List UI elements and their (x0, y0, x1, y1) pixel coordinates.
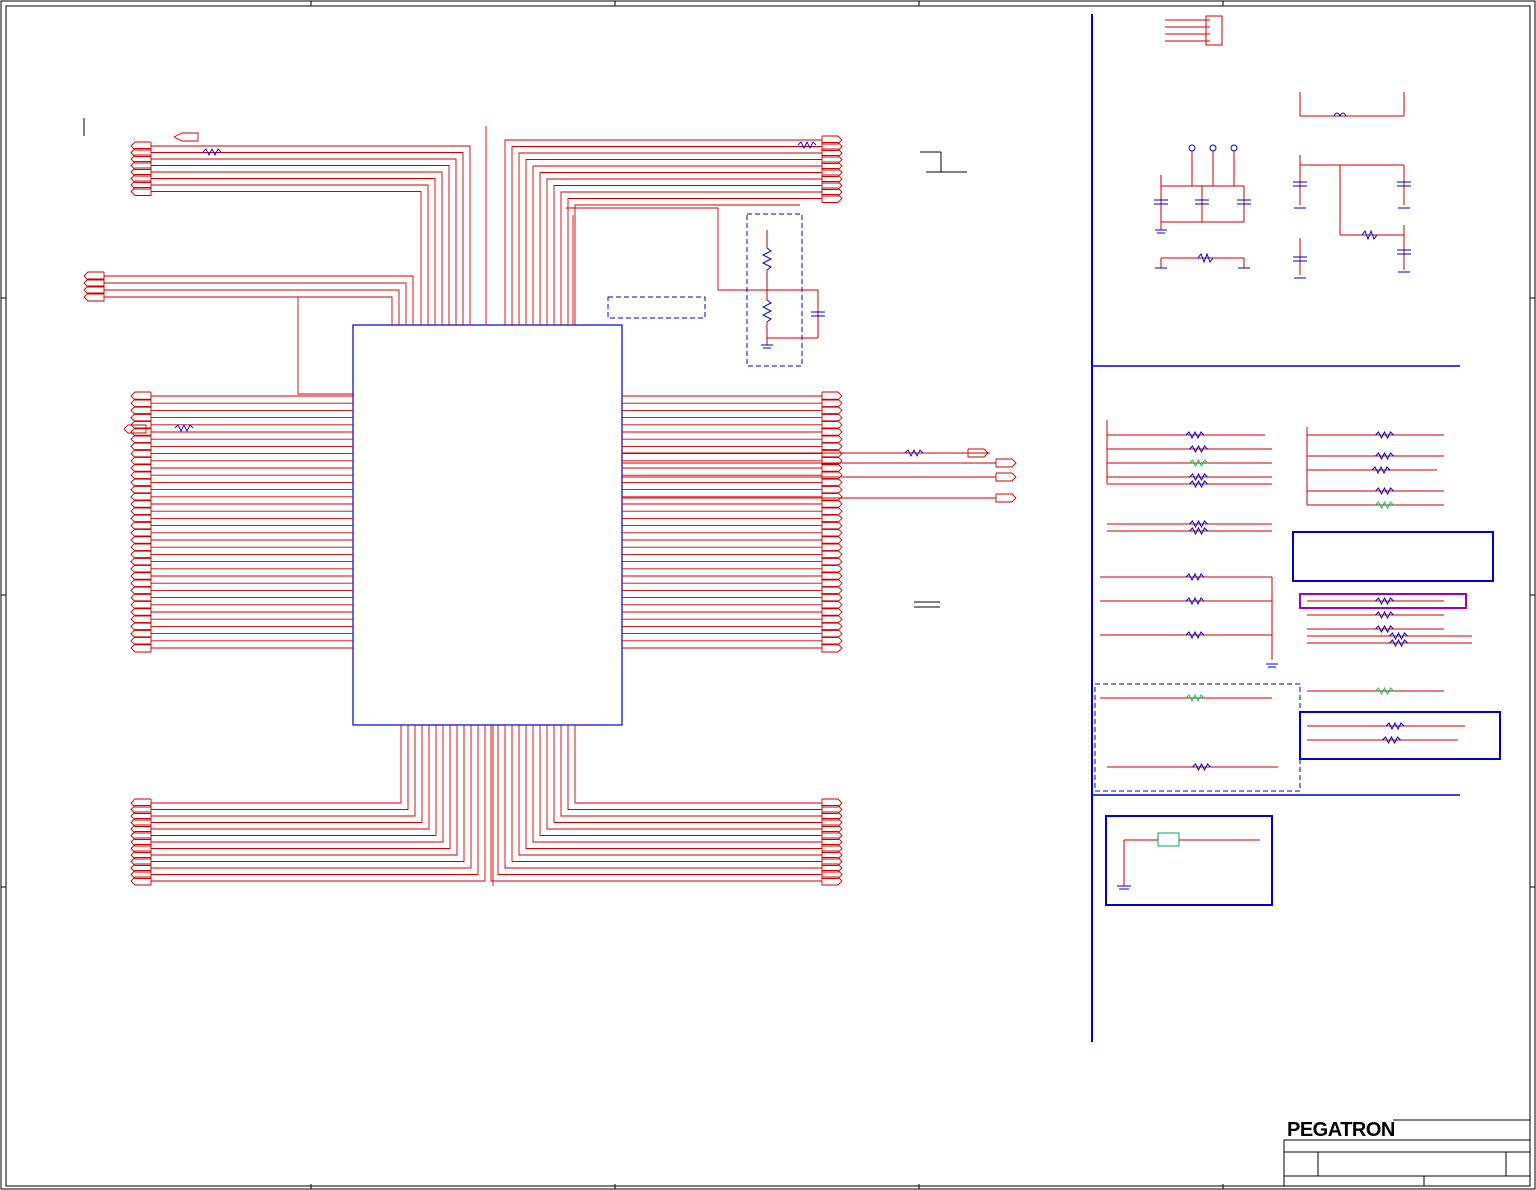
note-box-2 (1299, 711, 1501, 760)
decoupling-network (1293, 155, 1411, 279)
capacitor-group (1154, 144, 1251, 269)
top-right-connector (1165, 15, 1223, 46)
resistor-divider (761, 230, 825, 349)
misc-marks (914, 151, 967, 608)
schematic-sheet (0, 0, 1536, 1190)
note-box-1 (1292, 531, 1494, 582)
pegatron-logo: PEGATRON (1287, 1119, 1395, 1141)
net-ports (83, 132, 1017, 886)
fuse-box (1105, 815, 1273, 906)
fuse-circuit (1117, 832, 1260, 890)
dashed-note-box (607, 296, 706, 319)
right-top-switch (1299, 92, 1405, 118)
main-ic-body (352, 324, 623, 726)
net-wires (104, 126, 996, 886)
